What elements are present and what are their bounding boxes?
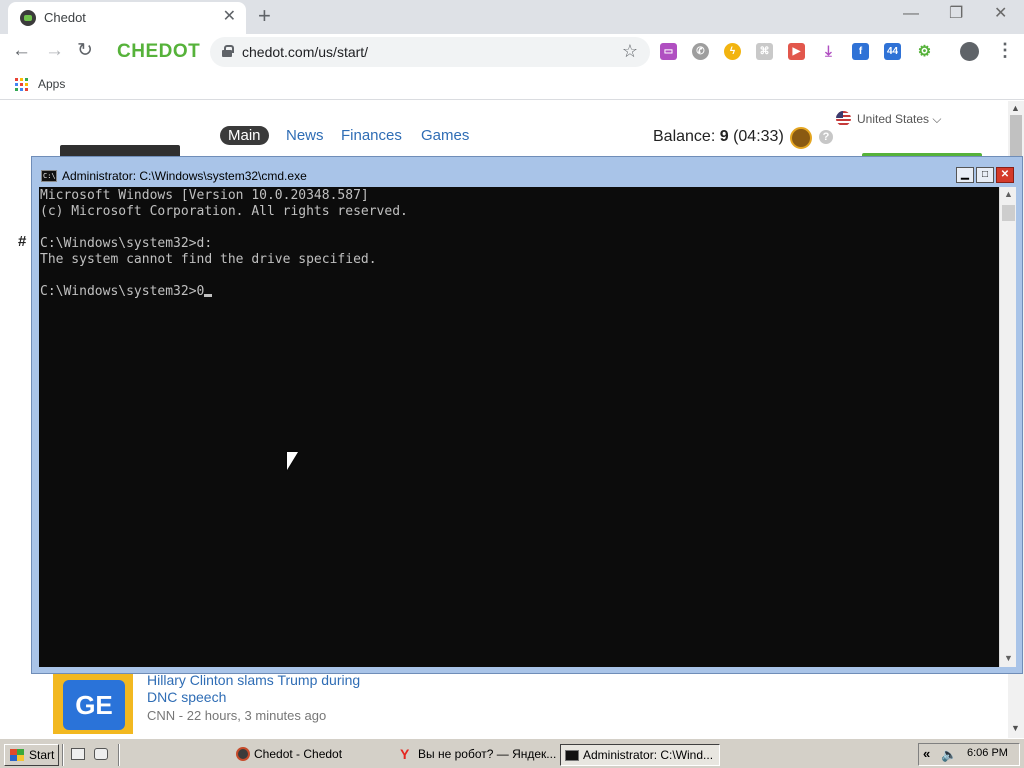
scroll-up-icon[interactable]: ▲: [1011, 103, 1020, 113]
hash-mark: #: [18, 233, 27, 250]
taskbar: Start Chedot - Chedot Y Вы не робот? — Я…: [0, 738, 1024, 768]
console-prompt-line[interactable]: C:\Windows\system32>0: [40, 284, 998, 300]
clock[interactable]: 6:06 PM: [967, 747, 1008, 759]
apps-bookmark[interactable]: Apps: [38, 77, 65, 91]
nav-games[interactable]: Games: [421, 127, 469, 144]
mascot-avatar-icon[interactable]: [790, 127, 812, 149]
news-headline[interactable]: Hillary Clinton slams Trump during DNC s…: [147, 672, 387, 706]
close-window-icon[interactable]: ✕: [994, 4, 1007, 24]
mouse-pointer-icon: [287, 452, 298, 470]
chevron-down-icon: ⌵: [929, 112, 942, 126]
news-thumbnail-logo: GE: [63, 680, 125, 730]
cmd-console[interactable]: Microsoft Windows [Version 10.0.20348.58…: [39, 187, 999, 667]
tab-title: Chedot: [44, 10, 86, 25]
cmd-titlebar[interactable]: C:\ Administrator: C:\Windows\system32\c…: [32, 157, 1022, 187]
browser-tab[interactable]: Chedot ✕: [8, 2, 246, 34]
chedot-app-icon: [236, 747, 250, 761]
windows-flag-icon: [10, 749, 24, 761]
scroll-down-icon[interactable]: ▼: [1011, 723, 1020, 733]
cmd-scroll-up-icon[interactable]: ▲: [1004, 189, 1013, 199]
start-label: Start: [29, 748, 55, 762]
cmd-scroll-thumb[interactable]: [1002, 205, 1015, 221]
task-label: Administrator: C:\Wind...: [583, 748, 714, 762]
nav-main[interactable]: Main: [220, 126, 269, 145]
brand-logo: CHEDOT: [117, 41, 201, 62]
messenger-icon[interactable]: ϟ: [724, 43, 741, 60]
profile-icon[interactable]: [960, 42, 979, 61]
start-button[interactable]: Start: [4, 744, 60, 766]
console-line: Microsoft Windows [Version 10.0.20348.58…: [40, 188, 369, 203]
text-cursor: [204, 294, 213, 297]
bookmark-star-icon[interactable]: ☆: [622, 41, 638, 62]
extension-screen-icon[interactable]: ▭: [660, 43, 677, 60]
task-chedot[interactable]: Chedot - Chedot: [232, 744, 392, 766]
cmd-scrollbar[interactable]: ▲ ▼: [999, 187, 1016, 667]
balance-timer: (04:33): [733, 128, 784, 145]
news-thumbnail[interactable]: GE: [53, 674, 133, 734]
restore-icon[interactable]: ❐: [949, 4, 963, 24]
balance-label: Balance:: [653, 128, 716, 145]
cmd-title: Administrator: C:\Windows\system32\cmd.e…: [62, 169, 307, 183]
address-bar[interactable]: chedot.com/us/start/ ☆: [210, 37, 650, 67]
facebook-icon[interactable]: f: [852, 43, 869, 60]
lock-icon: [222, 45, 234, 57]
forward-icon[interactable]: →: [45, 40, 64, 62]
yandex-app-icon: Y: [400, 746, 410, 762]
chedot-favicon-icon: [20, 10, 36, 26]
show-desktop-icon[interactable]: [71, 748, 85, 760]
cmd-scroll-down-icon[interactable]: ▼: [1004, 653, 1013, 663]
tray-expand-icon[interactable]: «: [923, 746, 930, 761]
cmd-task-icon: [565, 750, 579, 761]
apps-grid-icon[interactable]: [15, 78, 28, 91]
taskbar-separator: [118, 744, 120, 766]
browser-toolbar: ← → ↻ CHEDOT chedot.com/us/start/ ☆ ▭ ✆ …: [0, 34, 1024, 70]
region-label: United States: [857, 112, 930, 126]
whatsapp-icon[interactable]: ✆: [692, 43, 709, 60]
balance-value: 9: [719, 128, 729, 145]
region-selector[interactable]: United States ⌵: [836, 111, 941, 127]
bookmarks-bar: Apps: [0, 70, 1024, 100]
task-label: Chedot - Chedot: [254, 747, 343, 761]
nav-finances[interactable]: Finances: [341, 127, 402, 144]
extension-puzzle-icon[interactable]: ⌘: [756, 43, 773, 60]
console-line: (c) Microsoft Corporation. All rights re…: [40, 204, 408, 219]
task-yandex[interactable]: Y Вы не робот? — Яндек...: [396, 744, 556, 766]
console-prompt: C:\Windows\system32>0: [40, 284, 205, 299]
cmd-minimize-button[interactable]: ▁: [956, 167, 974, 183]
download-icon[interactable]: ⤓: [820, 43, 837, 60]
balance: Balance: 9 (04:33): [653, 128, 784, 146]
tab-close-icon[interactable]: ✕: [223, 8, 236, 26]
speaker-icon[interactable]: 🔈: [941, 747, 957, 763]
video-download-icon[interactable]: ▶: [788, 43, 805, 60]
us-flag-icon: [836, 111, 851, 126]
help-icon[interactable]: ?: [819, 130, 833, 144]
url-text[interactable]: chedot.com/us/start/: [242, 44, 368, 60]
cmd-maximize-button[interactable]: □: [976, 167, 994, 183]
task-cmd[interactable]: Administrator: C:\Wind...: [560, 744, 720, 766]
quick-launch-icon[interactable]: [94, 748, 108, 760]
taskbar-separator: [62, 744, 64, 766]
console-line: C:\Windows\system32>d:: [40, 236, 213, 251]
reload-icon[interactable]: ↻: [77, 40, 93, 62]
cmd-window[interactable]: C:\ Administrator: C:\Windows\system32\c…: [31, 156, 1023, 674]
system-tray: « 🔈 6:06 PM: [918, 743, 1020, 766]
back-icon[interactable]: ←: [12, 40, 31, 62]
minimize-icon[interactable]: —: [903, 4, 919, 24]
task-label: Вы не робот? — Яндек...: [418, 747, 556, 761]
console-line: The system cannot find the drive specifi…: [40, 252, 377, 267]
settings-gear-icon[interactable]: ⚙: [916, 43, 933, 60]
tab-strip: Chedot ✕ + — ❐ ✕: [0, 0, 1024, 34]
badge-44-icon[interactable]: 44: [884, 43, 901, 60]
new-tab-icon[interactable]: +: [258, 4, 271, 28]
cmd-app-icon: C:\: [41, 170, 57, 182]
cmd-close-button[interactable]: ✕: [996, 167, 1014, 183]
nav-news[interactable]: News: [286, 127, 324, 144]
news-source: CNN - 22 hours, 3 minutes ago: [147, 708, 327, 723]
menu-icon[interactable]: ⋮: [996, 40, 1014, 61]
